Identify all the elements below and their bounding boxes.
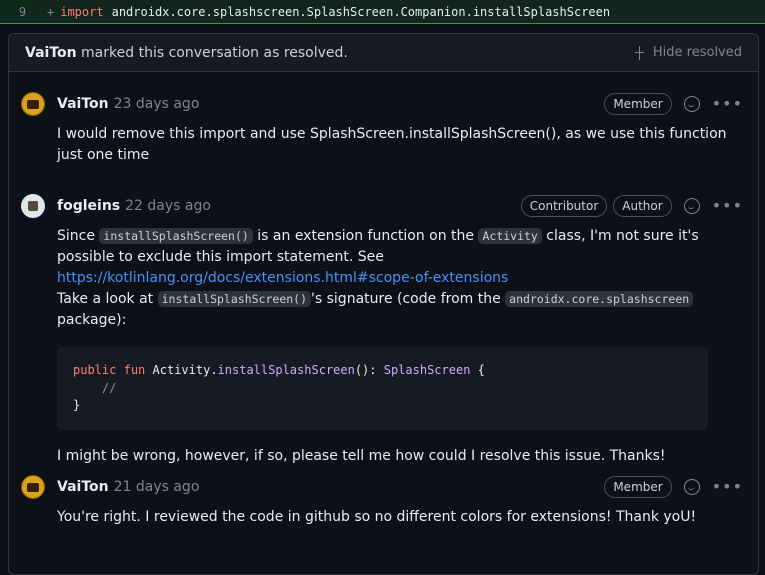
comment-time[interactable]: 23 days ago (114, 96, 200, 112)
diff-keyword: import (60, 4, 104, 19)
code-function: installSplashScreen (217, 363, 355, 377)
text: package): (57, 312, 127, 328)
resolved-bar: VaiTon marked this conversation as resol… (9, 34, 758, 72)
text: is an extension function on the (252, 228, 479, 244)
inline-code: installSplashScreen() (99, 228, 253, 244)
comment-body: Since installSplashScreen() is an extens… (57, 226, 745, 331)
resolved-message: VaiTon marked this conversation as resol… (25, 45, 348, 61)
comment: fogleins 22 days ago Contributor Author … (21, 194, 745, 467)
comment-body: I would remove this import and use Splas… (57, 126, 727, 163)
code-block: public fun Activity.installSplashScreen(… (57, 347, 708, 430)
hide-resolved-button[interactable]: Hide resolved (633, 45, 742, 60)
comment-time[interactable]: 22 days ago (125, 198, 211, 214)
unfold-icon (633, 45, 647, 60)
avatar[interactable] (21, 92, 45, 116)
comment-author[interactable]: fogleins (57, 198, 120, 214)
docs-link[interactable]: https://kotlinlang.org/docs/extensions.h… (57, 270, 508, 286)
code-comment: // (101, 380, 117, 395)
code-signature: (): (354, 363, 384, 377)
code-brace: } (73, 398, 81, 412)
add-reaction-icon[interactable] (683, 479, 700, 495)
code-receiver: Activity. (152, 363, 218, 377)
inline-code: installSplashScreen() (157, 291, 312, 307)
code-keyword: fun (123, 363, 146, 377)
comment-time[interactable]: 21 days ago (114, 479, 200, 495)
diff-plus-marker: + (47, 4, 55, 19)
comment-body: You're right. I reviewed the code in git… (57, 509, 697, 525)
add-reaction-icon[interactable] (683, 198, 700, 214)
avatar[interactable] (21, 194, 45, 218)
resolved-text: marked this conversation as resolved. (81, 44, 348, 61)
kebab-menu-icon[interactable]: ••• (712, 198, 743, 214)
diff-line: 9 + import androidx.core.splashscreen.Sp… (0, 0, 765, 24)
diff-line-number: 9 (0, 0, 45, 23)
comment-header: VaiTon 21 days ago Member ••• (21, 475, 745, 499)
comment-author[interactable]: VaiTon (57, 479, 109, 495)
comment-body: I might be wrong, however, if so, please… (57, 447, 666, 464)
comment: VaiTon 23 days ago Member ••• I would re… (21, 92, 745, 166)
code-return-type: SplashScreen (383, 363, 471, 377)
code-brace: { (470, 363, 485, 377)
comment: VaiTon 21 days ago Member ••• You're rig… (21, 475, 745, 528)
kebab-menu-icon[interactable]: ••• (712, 479, 743, 495)
diff-code: androidx.core.splashscreen.SplashScreen.… (111, 4, 611, 19)
text: Since (57, 228, 100, 244)
review-thread: VaiTon marked this conversation as resol… (8, 33, 759, 575)
member-badge: Member (604, 93, 672, 115)
code-keyword: public (73, 363, 117, 377)
inline-code: Activity (478, 228, 542, 244)
comment-header: fogleins 22 days ago Contributor Author … (21, 194, 745, 218)
text: 's signature (code from the (311, 291, 506, 307)
kebab-menu-icon[interactable]: ••• (712, 96, 743, 112)
comment-header: VaiTon 23 days ago Member ••• (21, 92, 745, 116)
add-reaction-icon[interactable] (683, 96, 700, 112)
inline-code: androidx.core.splashscreen (505, 291, 694, 307)
hide-resolved-label: Hide resolved (652, 45, 742, 60)
author-badge: Author (613, 195, 672, 217)
member-badge: Member (604, 476, 672, 498)
contributor-badge: Contributor (520, 195, 608, 217)
avatar[interactable] (21, 475, 45, 499)
text: Take a look at (57, 291, 158, 307)
resolved-user[interactable]: VaiTon (25, 45, 77, 61)
comment-author[interactable]: VaiTon (57, 96, 109, 112)
